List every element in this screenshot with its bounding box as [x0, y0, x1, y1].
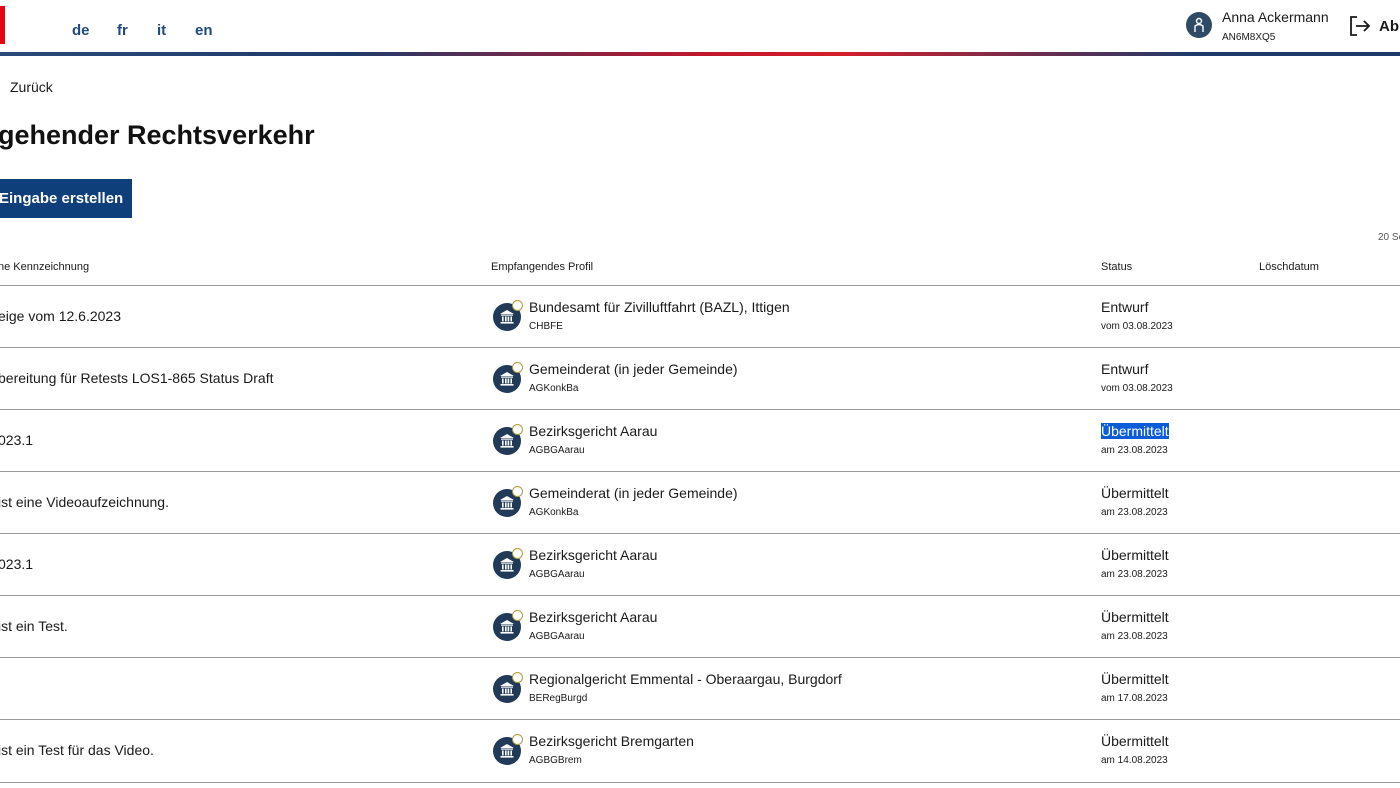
row-status: Übermittelt [1101, 733, 1169, 749]
row-status-date: vom 03.08.2023 [1101, 383, 1173, 394]
verified-badge-icon [512, 362, 523, 373]
institution-icon [493, 734, 523, 765]
table-row[interactable]: ist ein Test für das Video. Bezirksgerich… [0, 719, 1400, 783]
row-profile-code: AGKonkBa [529, 383, 579, 394]
row-status-date: am 14.08.2023 [1101, 755, 1168, 766]
header-divider [0, 52, 1400, 56]
lang-de[interactable]: de [72, 22, 90, 39]
page-count: 20 Se [1378, 232, 1400, 243]
row-status-date: vom 03.08.2023 [1101, 321, 1173, 332]
institution-icon [493, 548, 523, 579]
column-header-status[interactable]: Status [1101, 261, 1132, 273]
row-profile: Regionalgericht Emmental - Oberaargau, B… [529, 671, 842, 687]
table-row[interactable]: 023.1 Bezirksgericht Aarau AGBGAarau Übermi… [0, 409, 1400, 472]
row-name[interactable]: ist ein Test. [0, 618, 68, 634]
lang-it[interactable]: it [157, 22, 166, 39]
column-header-profile[interactable]: Empfangendes Profil [491, 261, 593, 273]
row-profile-code: AGKonkBa [529, 507, 579, 518]
table-row[interactable]: eige vom 12.6.2023 Bundesamt für Zivilluf… [0, 285, 1400, 348]
institution-icon [493, 300, 523, 331]
row-name[interactable]: 023.1 [0, 432, 33, 448]
page: de fr it en Anna Ackermann AN6M8XQ5 Abm … [0, 0, 1400, 788]
row-profile: Gemeinderat (in jeder Gemeinde) [529, 361, 738, 377]
row-profile: Bezirksgericht Aarau [529, 609, 658, 625]
table-row[interactable]: ist ein Test. Bezirksgericht Aarau AGBGAar… [0, 595, 1400, 658]
row-status: Übermittelt [1101, 671, 1169, 687]
table-row[interactable]: Regionalgericht Emmental - Oberaargau, B… [0, 657, 1400, 720]
verified-badge-icon [512, 672, 523, 683]
header: de fr it en Anna Ackermann AN6M8XQ5 Abm [0, 0, 1400, 52]
row-status-date: am 23.08.2023 [1101, 445, 1168, 456]
row-status: Entwurf [1101, 299, 1149, 315]
verified-badge-icon [512, 548, 523, 559]
logo[interactable] [0, 6, 5, 44]
row-profile-code: BERegBurgd [529, 693, 588, 704]
row-profile-code: AGBGBrem [529, 755, 582, 766]
create-submission-label: Eingabe erstellen [0, 190, 124, 207]
verified-badge-icon [512, 424, 523, 435]
row-status-date: am 23.08.2023 [1101, 569, 1168, 580]
institution-icon [493, 362, 523, 393]
lang-fr[interactable]: fr [117, 22, 128, 39]
row-profile-code: AGBGAarau [529, 445, 585, 456]
column-header-delete-date[interactable]: Löschdatum [1259, 261, 1319, 273]
row-profile: Bezirksgericht Bremgarten [529, 733, 694, 749]
row-profile-code: AGBGAarau [529, 631, 585, 642]
row-name[interactable]: bereitung für Retests LOS1-865 Status Dr… [0, 370, 273, 386]
back-link[interactable]: Zurück [10, 79, 53, 95]
row-profile-code: AGBGAarau [529, 569, 585, 580]
row-status: Übermittelt [1101, 485, 1169, 501]
institution-icon [493, 486, 523, 517]
row-name[interactable]: eige vom 12.6.2023 [0, 308, 121, 324]
institution-icon [493, 672, 523, 703]
row-status-date: am 23.08.2023 [1101, 507, 1168, 518]
verified-badge-icon [512, 734, 523, 745]
row-status: Übermittelt [1101, 423, 1169, 439]
row-profile-code: CHBFE [529, 321, 563, 332]
verified-badge-icon [512, 610, 523, 621]
table-row[interactable]: 023.1 Bezirksgericht Aarau AGBGAarau Übermi… [0, 533, 1400, 596]
user-icon[interactable] [1186, 12, 1212, 38]
row-status: Übermittelt [1101, 609, 1169, 625]
page-title: gehender Rechtsverkehr [0, 120, 315, 150]
row-profile: Bezirksgericht Aarau [529, 547, 658, 563]
row-status: Übermittelt [1101, 547, 1169, 563]
verified-badge-icon [512, 300, 523, 311]
verified-badge-icon [512, 486, 523, 497]
row-profile: Bezirksgericht Aarau [529, 423, 658, 439]
institution-icon [493, 424, 523, 455]
row-status-date: am 17.08.2023 [1101, 693, 1168, 704]
logout-icon[interactable] [1349, 15, 1371, 37]
row-profile: Bundesamt für Zivilluftfahrt (BAZL), Itt… [529, 299, 790, 315]
user-name: Anna Ackermann [1222, 9, 1329, 25]
institution-icon [493, 610, 523, 641]
create-submission-button[interactable]: Eingabe erstellen [0, 179, 132, 218]
column-header-name[interactable]: ne Kennzeichnung [0, 261, 89, 273]
row-name[interactable]: ist eine Videoaufzeichnung. [0, 494, 169, 510]
row-profile: Gemeinderat (in jeder Gemeinde) [529, 485, 738, 501]
row-status-date: am 23.08.2023 [1101, 631, 1168, 642]
row-name[interactable]: ist ein Test für das Video. [0, 742, 154, 758]
table-row[interactable]: bereitung für Retests LOS1-865 Status Dr… [0, 347, 1400, 410]
logout-button[interactable]: Abm [1379, 18, 1400, 35]
lang-en[interactable]: en [195, 22, 213, 39]
user-id: AN6M8XQ5 [1222, 32, 1276, 43]
row-name[interactable]: 023.1 [0, 556, 33, 572]
row-status: Entwurf [1101, 361, 1149, 377]
table-row[interactable]: ist eine Videoaufzeichnung. Gemeinderat (… [0, 471, 1400, 534]
